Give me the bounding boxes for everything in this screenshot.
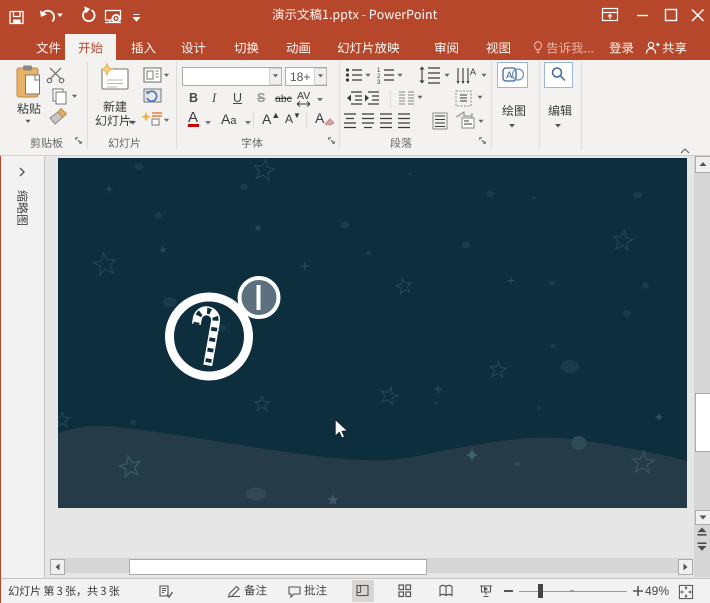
svg-text:3: 3 bbox=[377, 80, 381, 86]
svg-text:A: A bbox=[506, 71, 513, 82]
svg-text:A: A bbox=[470, 67, 476, 77]
